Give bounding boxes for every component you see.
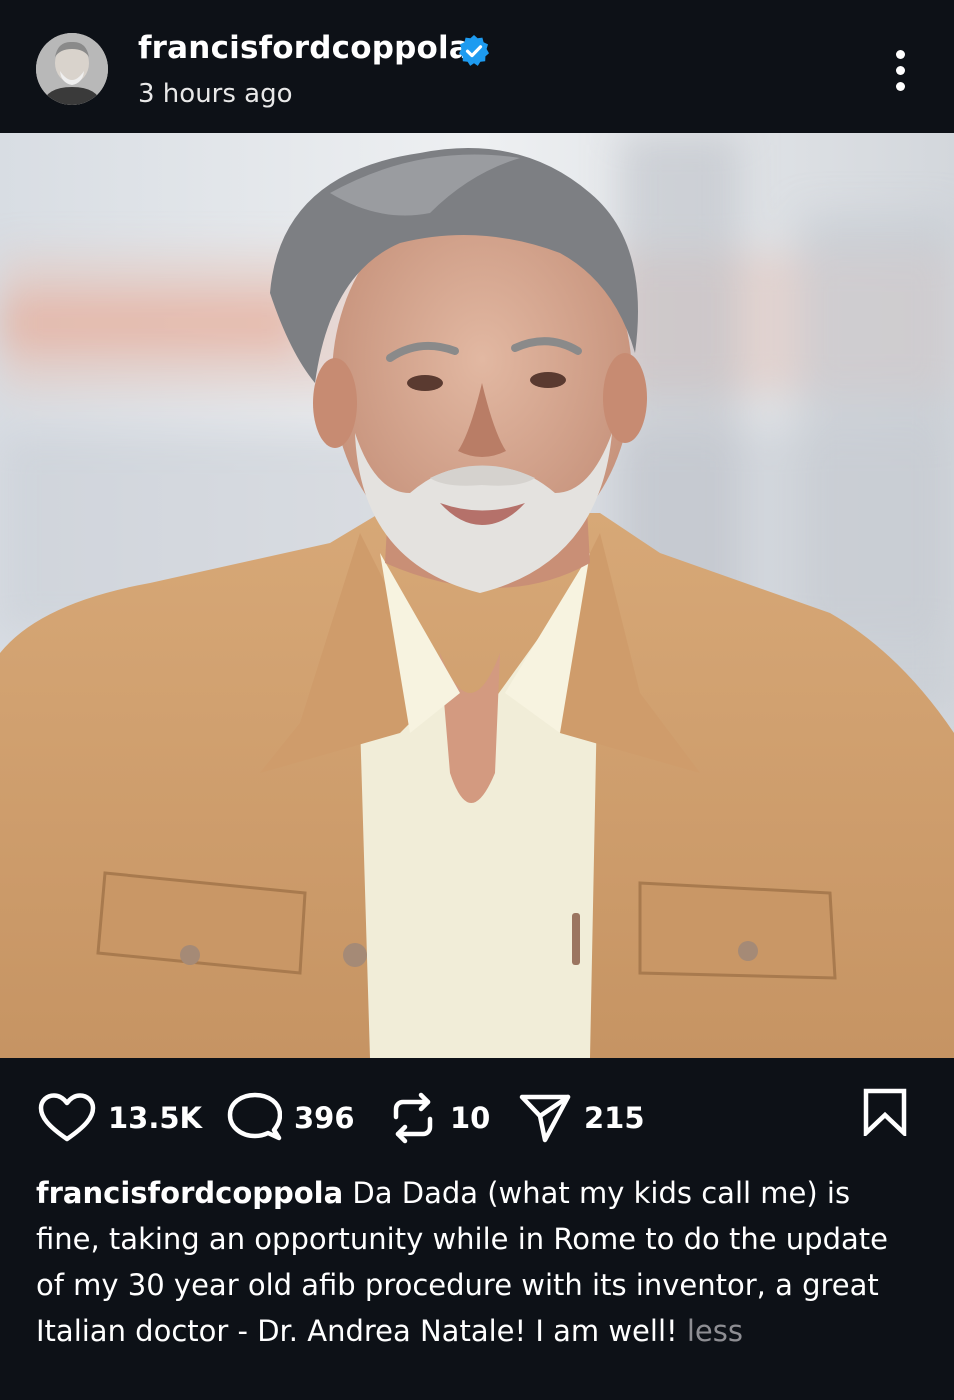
post-card: francisfordcoppola 3 hours ago 13.5K 396… <box>0 0 954 1400</box>
comment-icon <box>227 1092 282 1141</box>
more-dot-icon <box>896 66 905 75</box>
share-count: 215 <box>584 1101 645 1135</box>
repost-count: 10 <box>450 1101 491 1135</box>
heart-icon <box>38 1093 96 1142</box>
more-options-button[interactable] <box>884 48 918 94</box>
bookmark-icon <box>863 1088 907 1139</box>
bookmark-button[interactable] <box>862 1088 908 1139</box>
post-header: francisfordcoppola 3 hours ago <box>0 0 954 133</box>
repost-icon <box>393 1092 433 1144</box>
like-count: 13.5K <box>108 1101 203 1135</box>
post-timestamp: 3 hours ago <box>138 79 293 109</box>
post-actions-bar: 13.5K 396 10 215 <box>0 1058 954 1168</box>
post-caption: francisfordcoppola Da Dada (what my kids… <box>36 1170 916 1354</box>
comment-count: 396 <box>294 1101 355 1135</box>
like-button[interactable]: 13.5K <box>38 1093 202 1143</box>
caption-username[interactable]: francisfordcoppola <box>36 1176 343 1210</box>
share-icon <box>519 1094 571 1143</box>
more-dot-icon <box>896 82 905 91</box>
share-button[interactable]: 215 <box>518 1093 645 1143</box>
repost-button[interactable]: 10 <box>388 1092 491 1144</box>
avatar-image <box>36 33 108 105</box>
post-username[interactable]: francisfordcoppola <box>138 30 470 66</box>
post-photo[interactable] <box>0 133 954 1058</box>
comment-button[interactable]: 396 <box>226 1092 355 1143</box>
verified-badge-icon <box>459 35 489 66</box>
more-dot-icon <box>896 50 905 59</box>
portrait-image <box>0 133 954 1058</box>
caption-less-link[interactable]: less <box>687 1314 743 1348</box>
avatar[interactable] <box>36 33 108 105</box>
